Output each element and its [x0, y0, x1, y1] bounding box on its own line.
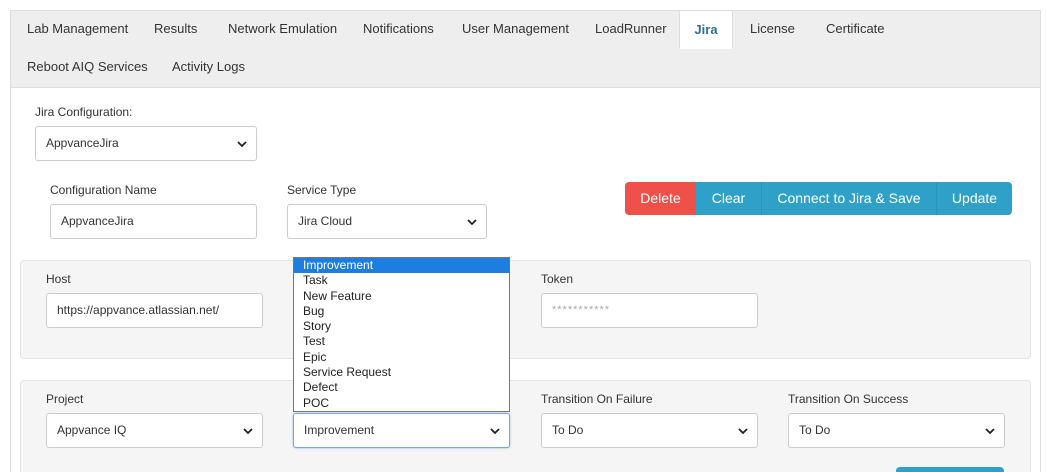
- tab-user-management[interactable]: User Management: [446, 10, 585, 48]
- service-type-select[interactable]: Jira Cloud: [287, 204, 487, 239]
- transition-on-failure-select[interactable]: To Do: [541, 413, 758, 448]
- tab-activity-logs[interactable]: Activity Logs: [156, 48, 261, 86]
- chevron-down-icon: [985, 428, 995, 435]
- chevron-down-icon: [490, 428, 500, 435]
- transition-on-success-label: Transition On Success: [788, 392, 909, 406]
- tab-notifications[interactable]: Notifications: [347, 10, 450, 48]
- issue-type-option[interactable]: Epic: [294, 350, 509, 365]
- project-value: Appvance IQ: [57, 423, 127, 437]
- project-label: Project: [46, 392, 84, 406]
- host-label: Host: [46, 272, 71, 286]
- delete-button[interactable]: Delete: [625, 182, 696, 215]
- tab-network-emulation[interactable]: Network Emulation: [212, 10, 353, 48]
- token-input[interactable]: ***********: [541, 293, 758, 328]
- service-type-label: Service Type: [287, 183, 357, 197]
- issue-type-dropdown: Improvement Task New Feature Bug Story T…: [293, 257, 510, 412]
- chevron-down-icon: [467, 219, 477, 226]
- issue-type-option[interactable]: Test: [294, 334, 509, 349]
- tab-loadrunner[interactable]: LoadRunner: [579, 10, 683, 48]
- issue-type-option[interactable]: Bug: [294, 304, 509, 319]
- issue-type-option[interactable]: Improvement: [294, 258, 509, 274]
- tab-lab-management[interactable]: Lab Management: [11, 10, 144, 48]
- tab-reboot-aiq-services[interactable]: Reboot AIQ Services: [11, 48, 164, 86]
- chevron-down-icon: [237, 141, 247, 148]
- tab-license[interactable]: License: [734, 10, 811, 48]
- configuration-name-label: Configuration Name: [50, 183, 157, 197]
- project-select[interactable]: Appvance IQ: [46, 413, 263, 448]
- tab-certificate[interactable]: Certificate: [810, 10, 901, 48]
- service-type-value: Jira Cloud: [298, 214, 353, 228]
- chevron-down-icon: [243, 428, 253, 435]
- host-input[interactable]: https://appvance.atlassian.net/: [46, 293, 263, 328]
- token-label: Token: [541, 272, 574, 286]
- partial-action-button[interactable]: [896, 467, 1004, 472]
- issue-type-select[interactable]: Improvement: [293, 413, 510, 448]
- transition-on-success-value: To Do: [799, 423, 831, 437]
- configuration-name-input[interactable]: AppvanceJira: [50, 204, 257, 239]
- transition-on-failure-value: To Do: [552, 423, 584, 437]
- update-button[interactable]: Update: [936, 182, 1012, 215]
- tab-results[interactable]: Results: [138, 10, 213, 48]
- issue-type-option[interactable]: Defect: [294, 380, 509, 395]
- issue-type-option[interactable]: Service Request: [294, 365, 509, 380]
- jira-configuration-value: AppvanceJira: [46, 136, 119, 150]
- tab-jira[interactable]: Jira: [679, 10, 733, 49]
- clear-button[interactable]: Clear: [696, 182, 761, 215]
- connect-to-jira-save-button[interactable]: Connect to Jira & Save: [761, 182, 936, 215]
- chevron-down-icon: [738, 428, 748, 435]
- transition-on-success-select[interactable]: To Do: [788, 413, 1005, 448]
- jira-configuration-label: Jira Configuration:: [35, 105, 133, 119]
- jira-configuration-select[interactable]: AppvanceJira: [35, 126, 257, 161]
- transition-on-failure-label: Transition On Failure: [541, 392, 653, 406]
- issue-type-option[interactable]: New Feature: [294, 289, 509, 304]
- issue-type-value: Improvement: [304, 423, 375, 437]
- issue-type-option[interactable]: Story: [294, 319, 509, 334]
- issue-type-option[interactable]: POC: [294, 396, 509, 411]
- issue-type-option[interactable]: Task: [294, 273, 509, 288]
